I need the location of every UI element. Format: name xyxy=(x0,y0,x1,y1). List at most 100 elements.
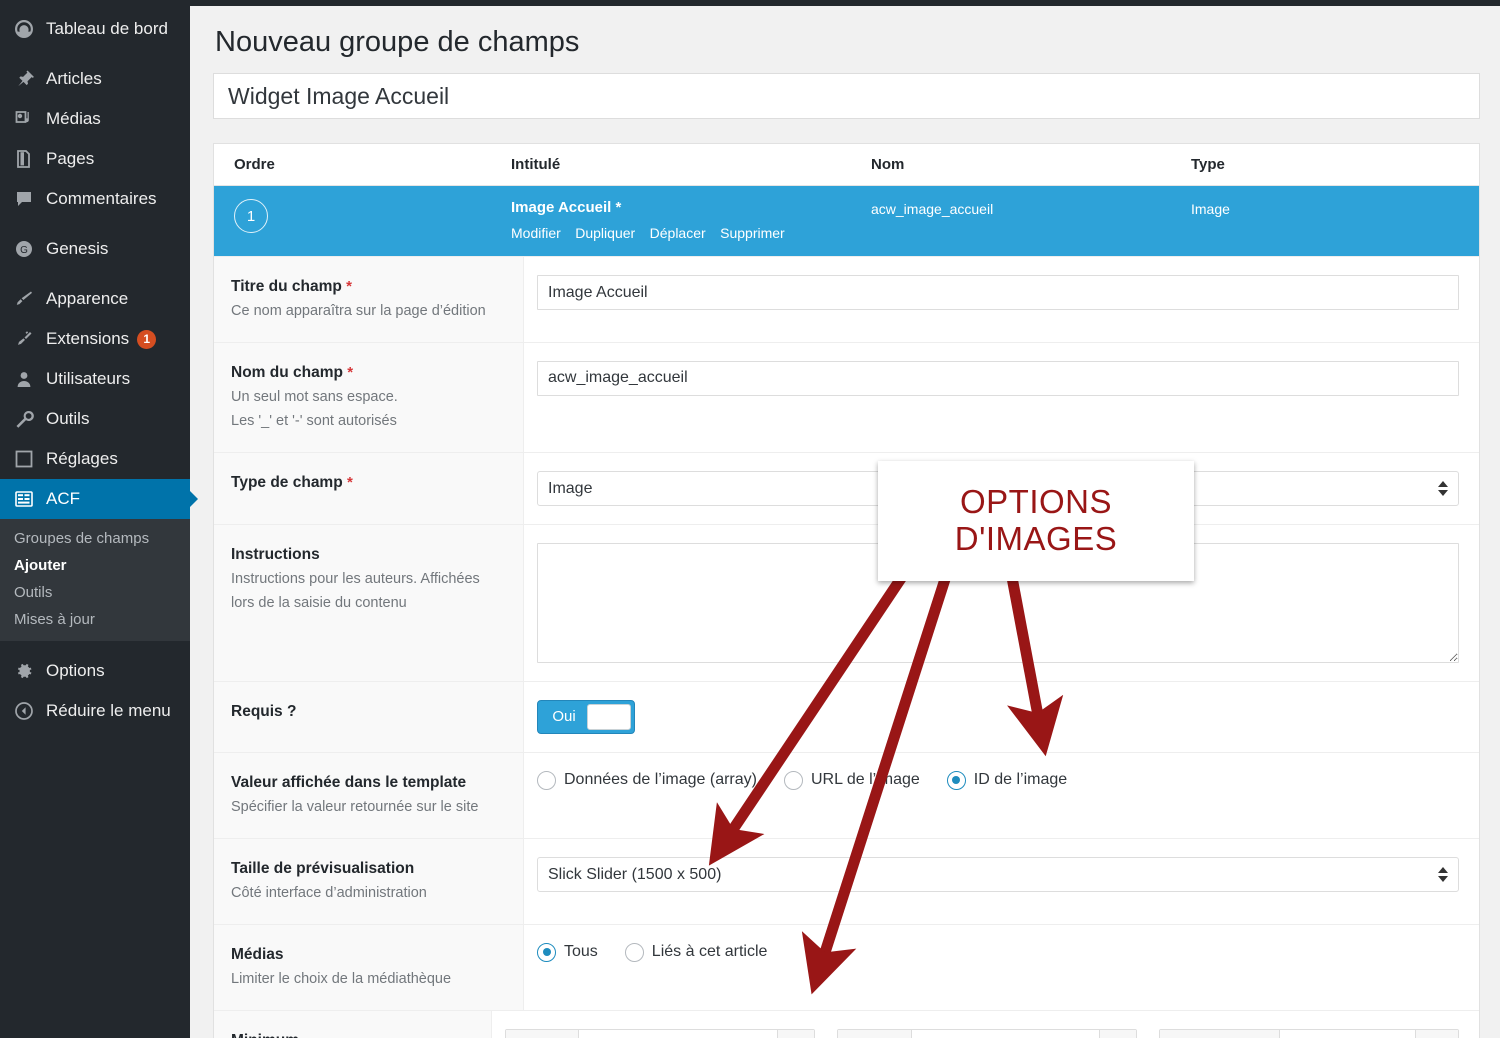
radio-label: ID de l’image xyxy=(973,771,1068,789)
radio-option-image-array[interactable]: Données de l’image (array) xyxy=(537,770,757,790)
sidebar-item-medias[interactable]: Médias xyxy=(0,99,190,139)
sidebar-item-articles[interactable]: Articles xyxy=(0,59,190,99)
setting-desc-line1: Instructions pour les auteurs. Affichées xyxy=(231,570,480,587)
sidebar-item-genesis[interactable]: G Genesis xyxy=(0,229,190,269)
required-toggle[interactable]: Oui xyxy=(537,699,635,734)
setting-value-col xyxy=(524,257,1479,342)
sidebar-item-reglages[interactable]: Réglages xyxy=(0,439,190,479)
action-dupliquer[interactable]: Dupliquer xyxy=(575,225,635,241)
sidebar-item-utilisateurs[interactable]: Utilisateurs xyxy=(0,359,190,399)
action-modifier[interactable]: Modifier xyxy=(511,225,561,241)
sidebar-item-label: Outils xyxy=(46,409,90,428)
pages-icon xyxy=(14,149,40,169)
minimum-filesize-label: Taille du fichier xyxy=(1160,1029,1281,1038)
setting-row-return-value: Valeur affichée dans le template Spécifi… xyxy=(214,751,1479,838)
extensions-update-badge: 1 xyxy=(137,329,157,349)
main-content: Nouveau groupe de champs Ordre Intitulé … xyxy=(190,6,1500,1038)
sidebar-item-outils[interactable]: Outils xyxy=(0,399,190,439)
radio-circle-selected-icon xyxy=(946,770,966,790)
sidebar-item-acf[interactable]: ACF xyxy=(0,479,198,519)
sidebar-item-extensions[interactable]: Extensions 1 xyxy=(0,319,190,359)
user-icon xyxy=(14,369,40,389)
setting-title-text: Valeur affichée dans le template xyxy=(231,773,467,791)
setting-value-col: Données de l’image (array) URL de l’imag… xyxy=(524,753,1479,838)
setting-desc-line2: lors de la saisie du contenu xyxy=(231,594,407,611)
minimum-width-label: Largeur xyxy=(506,1029,579,1038)
column-header-nom: Nom xyxy=(871,156,905,173)
minimum-filesize-input[interactable] xyxy=(1280,1029,1415,1038)
svg-text:G: G xyxy=(20,245,28,256)
radio-option-image-id[interactable]: ID de l’image xyxy=(946,770,1068,790)
setting-desc-line2: Les '_' et '-' sont autorisés xyxy=(231,412,397,429)
group-title-field-wrap xyxy=(213,73,1480,119)
sidebar-item-label: Réduire le menu xyxy=(46,701,171,720)
required-asterisk: * xyxy=(347,473,353,491)
radio-option-tous[interactable]: Tous xyxy=(537,942,598,962)
setting-title: Type de champ * xyxy=(231,473,505,494)
plugin-icon xyxy=(14,329,40,349)
setting-title-text: Requis ? xyxy=(231,702,297,720)
sidebar-item-label: Extensions xyxy=(46,329,130,348)
submenu-item-groupes-de-champs[interactable]: Groupes de champs xyxy=(0,525,190,552)
sidebar-item-commentaires[interactable]: Commentaires xyxy=(0,179,190,219)
required-asterisk: * xyxy=(347,363,354,381)
minimum-height-group: Hauteur px xyxy=(837,1028,1137,1038)
setting-label-col: Requis ? xyxy=(214,681,524,752)
sidebar-item-options[interactable]: Options xyxy=(0,651,190,691)
setting-row-field-type: Type de champ * Image xyxy=(214,451,1479,524)
field-name-input[interactable] xyxy=(537,360,1459,396)
radio-option-image-url[interactable]: URL de l’image xyxy=(783,770,920,790)
sidebar-item-label: Commentaires xyxy=(46,189,157,208)
page-title: Nouveau groupe de champs xyxy=(215,26,580,58)
column-header-ordre: Ordre xyxy=(234,156,275,173)
brush-icon xyxy=(14,289,40,309)
submenu-item-ajouter[interactable]: Ajouter xyxy=(0,552,190,579)
sidebar-item-apparence[interactable]: Apparence xyxy=(0,279,190,319)
radio-circle-icon xyxy=(537,770,556,790)
return-value-radio-group: Données de l’image (array) URL de l’imag… xyxy=(537,770,1459,790)
sidebar-top-spacer xyxy=(0,0,190,9)
setting-desc: Côté interface d’administration xyxy=(231,884,427,901)
order-badge: 1 xyxy=(234,199,268,233)
submenu-item-mises-a-jour[interactable]: Mises à jour xyxy=(0,606,190,633)
field-type-select[interactable]: Image xyxy=(537,470,1459,506)
sidebar-item-label: Pages xyxy=(46,149,95,168)
minimum-height-label: Hauteur xyxy=(838,1029,913,1038)
setting-label-col: Minimum Restreindre les images téléversé… xyxy=(214,1010,492,1038)
sidebar-item-pages[interactable]: Pages xyxy=(0,139,190,179)
setting-value-col: Tous Liés à cet article xyxy=(524,925,1479,1010)
minimum-width-input[interactable] xyxy=(578,1029,778,1038)
action-deplacer[interactable]: Déplacer xyxy=(650,225,706,241)
minimum-height-input[interactable] xyxy=(912,1029,1100,1038)
sidebar-item-label: Options xyxy=(46,661,105,680)
minimum-filesize-group: Taille du fichier MB xyxy=(1159,1028,1459,1038)
sidebar-item-dashboard[interactable]: Tableau de bord xyxy=(0,9,190,49)
sidebar-item-reduire-le-menu[interactable]: Réduire le menu xyxy=(0,691,190,731)
collapse-arrow-icon xyxy=(14,701,40,721)
setting-title: Titre du champ * xyxy=(231,277,505,298)
sidebar-item-label: Articles xyxy=(46,69,102,88)
setting-desc: Spécifier la valeur retournée sur le sit… xyxy=(231,798,479,815)
setting-label-col: Valeur affichée dans le template Spécifi… xyxy=(214,752,524,838)
field-label-input[interactable] xyxy=(537,275,1459,310)
field-row-selected[interactable]: 1 Image Accueil * Modifier Dupliquer Dép… xyxy=(214,186,1479,256)
setting-label-col: Médias Limiter le choix de la médiathèqu… xyxy=(214,924,524,1010)
field-row-actions: Modifier Dupliquer Déplacer Supprimer xyxy=(511,225,871,243)
radio-option-lies-a-cet-article[interactable]: Liés à cet article xyxy=(624,942,767,962)
comment-icon xyxy=(14,189,40,209)
required-asterisk: * xyxy=(346,278,352,295)
preview-size-select[interactable]: Slick Slider (1500 x 500) xyxy=(537,856,1459,892)
instructions-textarea[interactable] xyxy=(537,542,1459,663)
submenu-item-outils[interactable]: Outils xyxy=(0,579,190,606)
setting-value-col: Oui xyxy=(524,682,1479,752)
field-label-text: Image Accueil * xyxy=(511,199,622,216)
field-name-cell: acw_image_accueil xyxy=(871,201,994,217)
gear-icon xyxy=(14,661,40,681)
sidebar-item-label: ACF xyxy=(46,489,80,508)
action-supprimer[interactable]: Supprimer xyxy=(720,225,785,241)
group-title-input[interactable] xyxy=(214,82,1479,110)
pin-icon xyxy=(14,69,40,89)
preview-size-select-wrap: Slick Slider (1500 x 500) xyxy=(537,856,1459,892)
